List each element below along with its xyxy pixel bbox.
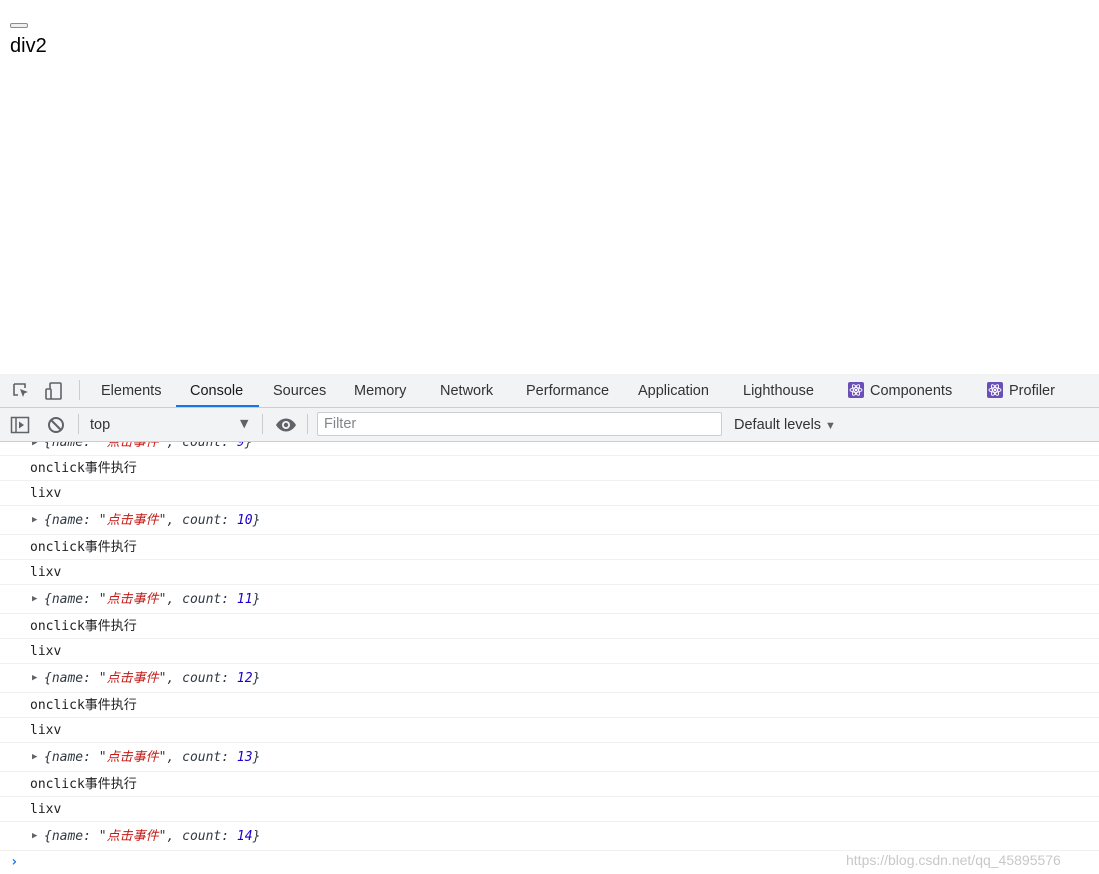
console-log-message: onclick事件执行 xyxy=(0,772,1099,797)
console-log-message: onclick事件执行 xyxy=(0,456,1099,481)
console-output: ▶ {name: "点击事件", count: 9} onclick事件执行 lixv… xyxy=(0,442,1099,874)
active-tab-indicator xyxy=(176,405,259,407)
react-icon xyxy=(987,382,1003,398)
context-selector[interactable]: top xyxy=(90,415,250,435)
expand-triangle-icon[interactable]: ▶ xyxy=(32,506,37,535)
console-log-message: onclick事件执行 xyxy=(0,614,1099,639)
object-count-value: 10 xyxy=(236,513,253,528)
console-toolbar: top ▼ Default levels▼ xyxy=(0,408,1099,442)
show-sidebar-icon[interactable] xyxy=(10,415,30,435)
console-log-message: lixv xyxy=(0,718,1099,743)
log-levels-dropdown[interactable]: Default levels ▼ xyxy=(734,415,836,436)
console-log-object[interactable]: ▶ {name: "点击事件", count: 10} xyxy=(0,506,1099,535)
live-expression-eye-icon[interactable] xyxy=(275,415,296,435)
toolbar-divider xyxy=(79,380,80,400)
tab-profiler-label: Profiler xyxy=(1009,383,1055,399)
toolbar-divider xyxy=(262,414,263,434)
object-count-value: 9 xyxy=(236,442,245,450)
object-count-value: 12 xyxy=(236,671,253,686)
clear-console-icon[interactable] xyxy=(46,415,66,435)
console-prompt[interactable]: › xyxy=(10,854,18,870)
object-name-value: 点击事件 xyxy=(106,750,159,765)
page-button[interactable] xyxy=(10,23,28,28)
console-log-object[interactable]: ▶ {name: "点击事件", count: 14} xyxy=(0,822,1099,851)
console-log-object[interactable]: ▶ {name: "点击事件", count: 13} xyxy=(0,743,1099,772)
console-log-message: onclick事件执行 xyxy=(0,535,1099,560)
devtools-tabbar: Elements Console Sources Memory Network … xyxy=(0,374,1099,408)
console-log-message: lixv xyxy=(0,481,1099,506)
object-name-value: 点击事件 xyxy=(106,592,159,607)
devtools-panel: Elements Console Sources Memory Network … xyxy=(0,374,1099,874)
tab-performance[interactable]: Performance xyxy=(526,374,609,407)
page-text-div2: div2 xyxy=(10,35,47,57)
object-count-value: 11 xyxy=(236,592,253,607)
console-log-message: lixv xyxy=(0,639,1099,664)
log-text: onclick事件执行 xyxy=(30,777,137,792)
console-log-message: lixv xyxy=(0,560,1099,585)
tab-lighthouse[interactable]: Lighthouse xyxy=(743,374,814,407)
console-log-message: lixv xyxy=(0,797,1099,822)
expand-triangle-icon[interactable]: ▶ xyxy=(32,664,37,693)
expand-triangle-icon[interactable]: ▶ xyxy=(32,442,37,448)
log-text: lixv xyxy=(30,565,62,580)
tab-sources[interactable]: Sources xyxy=(273,374,326,407)
log-text: onclick事件执行 xyxy=(30,619,137,634)
expand-triangle-icon[interactable]: ▶ xyxy=(32,822,37,851)
chevron-down-icon: ▼ xyxy=(825,420,836,432)
tab-network[interactable]: Network xyxy=(440,374,493,407)
inspect-element-icon[interactable] xyxy=(11,381,31,401)
object-count-value: 14 xyxy=(236,829,253,844)
watermark: https://blog.csdn.net/qq_45895576 xyxy=(846,852,1061,868)
console-log-object[interactable]: ▶ {name: "点击事件", count: 9} xyxy=(0,442,1099,456)
expand-triangle-icon[interactable]: ▶ xyxy=(32,743,37,772)
log-text: onclick事件执行 xyxy=(30,540,137,555)
log-text: lixv xyxy=(30,486,62,501)
tab-components-label: Components xyxy=(870,383,953,399)
context-dropdown-arrow-icon[interactable]: ▼ xyxy=(240,417,248,430)
tab-profiler[interactable]: Profiler xyxy=(987,374,1055,407)
object-name-value: 点击事件 xyxy=(106,671,159,686)
toolbar-divider xyxy=(78,414,79,434)
object-count-value: 13 xyxy=(236,750,253,765)
tab-console[interactable]: Console xyxy=(190,374,243,407)
device-toolbar-icon[interactable] xyxy=(44,381,64,401)
log-text: lixv xyxy=(30,802,62,817)
log-text: lixv xyxy=(30,723,62,738)
object-name-value: 点击事件 xyxy=(106,442,159,450)
console-log-message: onclick事件执行 xyxy=(0,693,1099,718)
toolbar-divider xyxy=(307,414,308,434)
log-text: lixv xyxy=(30,644,62,659)
tab-application[interactable]: Application xyxy=(638,374,709,407)
object-name-value: 点击事件 xyxy=(106,829,159,844)
log-text: onclick事件执行 xyxy=(30,698,137,713)
react-icon xyxy=(848,382,864,398)
object-name-value: 点击事件 xyxy=(106,513,159,528)
log-text: onclick事件执行 xyxy=(30,461,137,476)
filter-input[interactable] xyxy=(317,412,722,436)
console-log-object[interactable]: ▶ {name: "点击事件", count: 12} xyxy=(0,664,1099,693)
tab-components[interactable]: Components xyxy=(848,374,952,407)
expand-triangle-icon[interactable]: ▶ xyxy=(32,585,37,614)
tab-memory[interactable]: Memory xyxy=(354,374,406,407)
log-levels-label: Default levels xyxy=(734,417,822,433)
console-log-object[interactable]: ▶ {name: "点击事件", count: 11} xyxy=(0,585,1099,614)
page-viewport: div2 xyxy=(0,0,1099,374)
tab-elements[interactable]: Elements xyxy=(101,374,161,407)
